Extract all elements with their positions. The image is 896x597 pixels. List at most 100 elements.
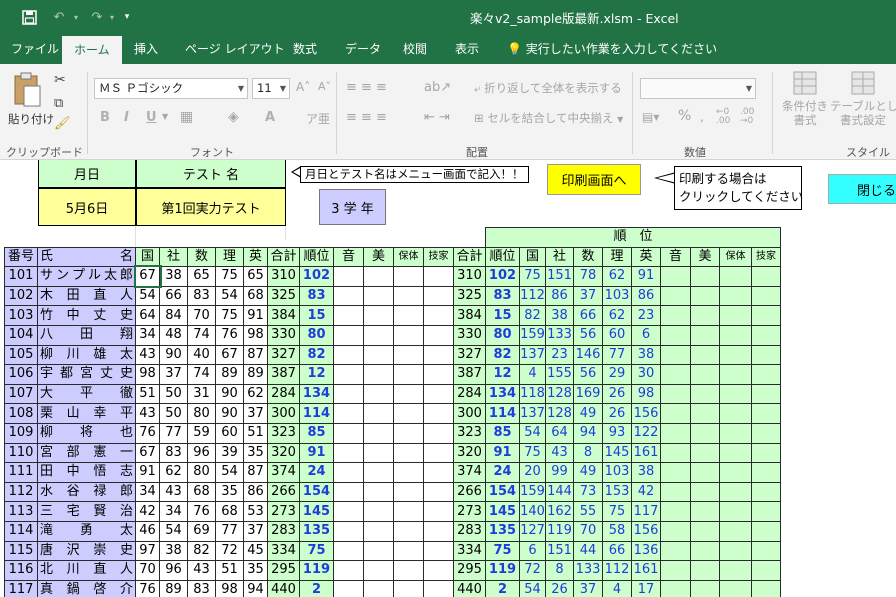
worksheet[interactable]: 月日 テスト 名 5月6日 第1回実力テスト 3 学 年 月日とテスト名はメニュ… (0, 160, 896, 597)
subject-rank[interactable]: 70 (573, 520, 603, 542)
extra-score[interactable] (393, 422, 424, 444)
student-name[interactable]: 真鍋啓介 (37, 579, 136, 597)
subject-score[interactable]: 51 (243, 422, 268, 444)
extra-score[interactable] (393, 442, 424, 464)
student-name[interactable]: 木田直人 (37, 285, 136, 307)
subject-rank[interactable]: 55 (573, 501, 603, 522)
student-number[interactable]: 105 (4, 344, 38, 366)
subject-score[interactable]: 54 (215, 462, 244, 483)
overall-rank-2[interactable]: 119 (485, 560, 520, 581)
subject-rank[interactable]: 38 (631, 462, 661, 483)
cut-icon[interactable]: ✂ (54, 72, 66, 88)
extra-score[interactable] (333, 422, 364, 444)
total-score-2[interactable]: 384 (453, 305, 486, 326)
subject-score[interactable]: 34 (159, 501, 188, 522)
overall-rank[interactable]: 75 (299, 540, 334, 562)
extra-rank[interactable] (719, 403, 752, 424)
subject-score[interactable]: 43 (159, 481, 188, 503)
extra-rank[interactable] (660, 540, 691, 562)
total-score-2[interactable]: 310 (453, 266, 486, 287)
subject-score[interactable]: 68 (215, 501, 244, 522)
total-score-2[interactable]: 283 (453, 520, 486, 542)
subject-rank[interactable]: 75 (602, 501, 632, 522)
extra-score[interactable] (423, 481, 454, 503)
subject-score[interactable]: 97 (135, 540, 160, 562)
subject-score[interactable]: 77 (215, 520, 244, 542)
subject-score[interactable]: 94 (243, 579, 268, 597)
subject-score[interactable]: 72 (215, 540, 244, 562)
extra-rank[interactable] (660, 305, 691, 326)
student-number[interactable]: 104 (4, 324, 38, 346)
subject-score[interactable]: 69 (187, 520, 216, 542)
student-name[interactable]: 宇都宮丈史 (37, 364, 136, 385)
extra-score[interactable] (363, 403, 394, 424)
subject-score[interactable]: 90 (215, 383, 244, 405)
overall-rank[interactable]: 83 (299, 285, 334, 307)
subject-score[interactable]: 90 (159, 344, 188, 366)
subject-score[interactable]: 96 (159, 560, 188, 581)
subject-score[interactable]: 65 (187, 266, 216, 287)
subject-rank[interactable]: 42 (631, 481, 661, 503)
extra-rank[interactable] (751, 403, 781, 424)
subject-rank[interactable]: 161 (631, 560, 661, 581)
extra-score[interactable] (333, 305, 364, 326)
extra-score[interactable] (393, 285, 424, 307)
overall-rank[interactable]: 82 (299, 344, 334, 366)
extra-score[interactable] (363, 383, 394, 405)
extra-score[interactable] (423, 560, 454, 581)
subject-rank[interactable]: 56 (573, 364, 603, 385)
extra-rank[interactable] (690, 442, 720, 464)
extra-rank[interactable] (751, 579, 781, 597)
extra-rank[interactable] (690, 364, 720, 385)
extra-score[interactable] (333, 266, 364, 287)
subject-score[interactable]: 43 (187, 560, 216, 581)
overall-rank-2[interactable]: 114 (485, 403, 520, 424)
subject-rank[interactable]: 6 (519, 540, 546, 562)
overall-rank[interactable]: 24 (299, 462, 334, 483)
student-name[interactable]: 八田翔 (37, 324, 136, 346)
extra-rank[interactable] (719, 501, 752, 522)
tab-view[interactable]: 表示 (455, 34, 479, 64)
extra-rank[interactable] (719, 324, 752, 346)
overall-rank-2[interactable]: 145 (485, 501, 520, 522)
extra-score[interactable] (333, 364, 364, 385)
subject-rank[interactable]: 151 (545, 266, 574, 287)
subject-rank[interactable]: 94 (573, 422, 603, 444)
extra-score[interactable] (393, 383, 424, 405)
extra-rank[interactable] (719, 364, 752, 385)
extra-score[interactable] (363, 422, 394, 444)
grow-font-icon[interactable]: A˄ (296, 80, 310, 94)
subject-score[interactable]: 51 (135, 383, 160, 405)
student-number[interactable]: 115 (4, 540, 38, 562)
extra-rank[interactable] (751, 364, 781, 385)
extra-score[interactable] (363, 520, 394, 542)
subject-rank[interactable]: 117 (631, 501, 661, 522)
overall-rank[interactable]: 102 (299, 266, 334, 287)
total-score[interactable]: 325 (267, 285, 300, 307)
subject-rank[interactable]: 73 (573, 481, 603, 503)
overall-rank[interactable]: 91 (299, 442, 334, 464)
extra-rank[interactable] (751, 481, 781, 503)
student-number[interactable]: 112 (4, 481, 38, 503)
subject-rank[interactable]: 62 (602, 266, 632, 287)
extra-score[interactable] (363, 540, 394, 562)
italic-button[interactable]: I (124, 110, 129, 125)
extra-score[interactable] (393, 560, 424, 581)
total-score[interactable]: 440 (267, 579, 300, 597)
subject-score[interactable]: 35 (243, 442, 268, 464)
total-score[interactable]: 334 (267, 540, 300, 562)
decrease-decimal-icon[interactable]: .00 →0 (740, 108, 754, 126)
total-score-2[interactable]: 374 (453, 462, 486, 483)
tab-home[interactable]: ホーム (62, 36, 122, 64)
subject-score[interactable]: 35 (243, 560, 268, 581)
extra-score[interactable] (333, 403, 364, 424)
extra-score[interactable] (423, 579, 454, 597)
extra-rank[interactable] (751, 540, 781, 562)
extra-rank[interactable] (660, 364, 691, 385)
subject-rank[interactable]: 91 (631, 266, 661, 287)
tab-formulas[interactable]: 数式 (293, 34, 317, 64)
subject-score[interactable]: 67 (135, 442, 160, 464)
subject-rank[interactable]: 37 (573, 285, 603, 307)
extra-rank[interactable] (751, 442, 781, 464)
student-name[interactable]: 田中悟志 (37, 462, 136, 483)
